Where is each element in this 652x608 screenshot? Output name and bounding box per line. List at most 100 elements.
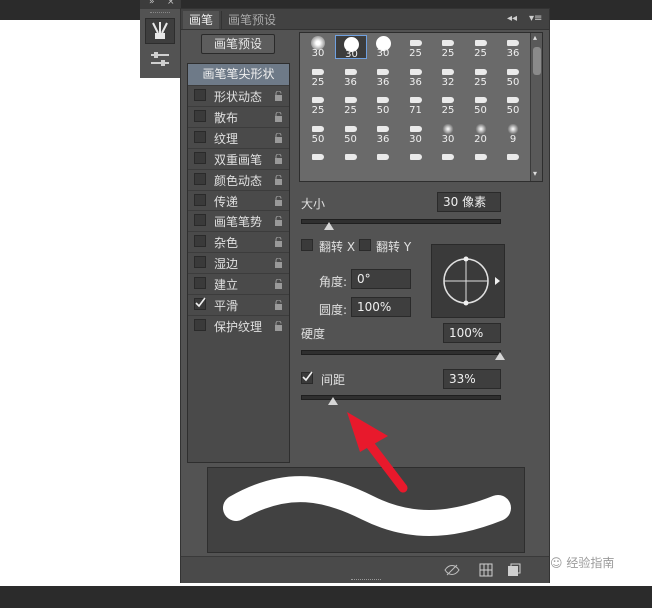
sidebar-item[interactable]: 湿边 (188, 252, 289, 272)
scroll-up-icon[interactable]: ▴ (533, 33, 537, 42)
sidebar-item[interactable]: 平滑 (188, 294, 289, 314)
strip-grip[interactable] (150, 12, 170, 15)
brush-tip-cell[interactable] (400, 149, 432, 173)
brush-tip-cell[interactable]: 50 (367, 92, 399, 116)
brush-tip-cell[interactable] (497, 149, 529, 173)
lock-icon[interactable] (274, 257, 283, 269)
brush-tip-cell[interactable]: 36 (367, 64, 399, 88)
lock-icon[interactable] (274, 153, 283, 164)
hardness-field[interactable]: 100% (443, 323, 501, 343)
lock-icon[interactable] (274, 111, 283, 122)
brush-tip-cell[interactable]: 32 (432, 64, 464, 88)
sidebar-item[interactable]: 散布 (188, 105, 289, 126)
brush-tip-cell[interactable]: 25 (302, 92, 334, 116)
flip-x-checkbox[interactable] (301, 239, 313, 251)
sidebar-item-checkbox[interactable] (194, 109, 206, 122)
sidebar-item[interactable]: 双重画笔 (188, 147, 289, 168)
brush-tip-cell[interactable]: 30 (334, 35, 367, 60)
brush-tip-cell[interactable]: 50 (497, 92, 529, 116)
collapse-icon[interactable]: ◂◂ (507, 13, 517, 24)
hardness-slider-thumb[interactable] (495, 352, 505, 360)
sidebar-item[interactable]: 画笔笔势 (188, 210, 289, 230)
brush-tip-cell[interactable]: 36 (335, 64, 367, 88)
brush-tip-cell[interactable]: 20 (465, 121, 497, 145)
brush-tip-cell[interactable]: 50 (465, 92, 497, 116)
panel-resize-grip[interactable] (351, 579, 381, 582)
sidebar-item[interactable]: 颜色动态 (188, 168, 289, 189)
brush-grid-icon[interactable] (479, 563, 493, 577)
sidebar-item[interactable]: 杂色 (188, 231, 289, 251)
sidebar-item[interactable]: 建立 (188, 273, 289, 293)
brush-tip-cell[interactable]: 36 (497, 35, 529, 59)
brush-tip-cell[interactable]: 25 (465, 64, 497, 88)
brush-tip-cell[interactable]: 25 (302, 64, 334, 88)
scroll-down-icon[interactable]: ▾ (533, 169, 537, 178)
angle-field[interactable]: 0° (351, 269, 411, 289)
sidebar-item-checkbox[interactable] (194, 193, 206, 206)
brush-tip-cell[interactable]: 36 (367, 121, 399, 145)
sidebar-item-brush-tip-shape[interactable]: 画笔笔尖形状 (188, 64, 289, 85)
sidebar-item[interactable]: 纹理 (188, 126, 289, 147)
lock-icon[interactable] (274, 236, 283, 248)
lock-icon[interactable] (274, 132, 283, 143)
hardness-slider[interactable] (301, 350, 501, 355)
sidebar-item[interactable]: 保护纹理 (188, 314, 289, 335)
brush-tip-cell[interactable]: 25 (432, 92, 464, 116)
brush-tip-cell[interactable]: 25 (400, 35, 432, 59)
sidebar-item-checkbox[interactable] (194, 318, 206, 331)
lock-icon[interactable] (274, 195, 283, 206)
brush-tip-cell[interactable]: 25 (432, 35, 464, 59)
angle-roundness-widget[interactable] (431, 244, 505, 318)
sidebar-item[interactable]: 形状动态 (188, 85, 289, 105)
sidebar-item-checkbox[interactable] (194, 235, 206, 248)
sidebar-item-checkbox[interactable] (194, 297, 206, 310)
size-slider-thumb[interactable] (324, 222, 334, 230)
brush-tip-cell[interactable]: 36 (400, 64, 432, 88)
brush-tip-cell[interactable]: 30 (367, 35, 399, 59)
brush-tip-cell[interactable]: 30 (302, 35, 334, 59)
brush-tip-cell[interactable]: 25 (335, 92, 367, 116)
sidebar-item-checkbox[interactable] (194, 89, 206, 101)
brush-presets-button[interactable]: 画笔预设 (201, 34, 275, 54)
lock-icon[interactable] (274, 320, 283, 331)
scrollbar-thumb[interactable] (533, 47, 541, 75)
brush-tip-cell[interactable]: 9 (497, 121, 529, 145)
sidebar-item-checkbox[interactable] (194, 277, 206, 290)
brush-tip-cell[interactable] (302, 149, 334, 173)
sidebar-item-checkbox[interactable] (194, 214, 206, 227)
clone-source-button[interactable] (146, 47, 174, 71)
sidebar-item-checkbox[interactable] (194, 130, 206, 143)
spacing-checkbox[interactable] (301, 371, 313, 384)
brush-tip-cell[interactable]: 50 (302, 121, 334, 145)
brush-panel-button[interactable] (145, 18, 175, 44)
brush-tip-cell[interactable] (465, 149, 497, 173)
lock-icon[interactable] (274, 90, 283, 101)
tab-brush-presets[interactable]: 画笔预设 (221, 11, 282, 29)
toggle-live-tip-icon[interactable] (443, 563, 461, 577)
close-icon[interactable]: × (167, 0, 175, 7)
tab-brush[interactable]: 画笔 (183, 11, 220, 29)
brush-grid-scrollbar[interactable]: ▾ ▴ (530, 33, 542, 181)
sidebar-item-checkbox[interactable] (194, 256, 206, 269)
brush-tip-cell[interactable] (335, 149, 367, 173)
sidebar-item-checkbox[interactable] (194, 151, 206, 164)
lock-icon[interactable] (274, 174, 283, 185)
brush-tip-cell[interactable] (367, 149, 399, 173)
brush-tip-cell[interactable]: 71 (400, 92, 432, 116)
sidebar-item-checkbox[interactable] (194, 172, 206, 185)
create-new-brush-icon[interactable] (507, 563, 521, 577)
lock-icon[interactable] (274, 278, 283, 290)
flip-y-checkbox[interactable] (359, 239, 371, 251)
brush-tip-cell[interactable]: 50 (335, 121, 367, 145)
sidebar-item[interactable]: 传递 (188, 189, 289, 210)
lock-icon[interactable] (274, 299, 283, 310)
expand-icon[interactable]: » (149, 0, 155, 7)
brush-tip-cell[interactable]: 30 (400, 121, 432, 145)
spacing-field[interactable]: 33% (443, 369, 501, 389)
brush-tip-cell[interactable]: 50 (497, 64, 529, 88)
brush-tip-cell[interactable]: 30 (432, 121, 464, 145)
brush-tip-cell[interactable]: 25 (465, 35, 497, 59)
roundness-field[interactable]: 100% (351, 297, 411, 317)
size-field[interactable]: 30 像素 (437, 192, 501, 212)
lock-icon[interactable] (274, 215, 283, 227)
